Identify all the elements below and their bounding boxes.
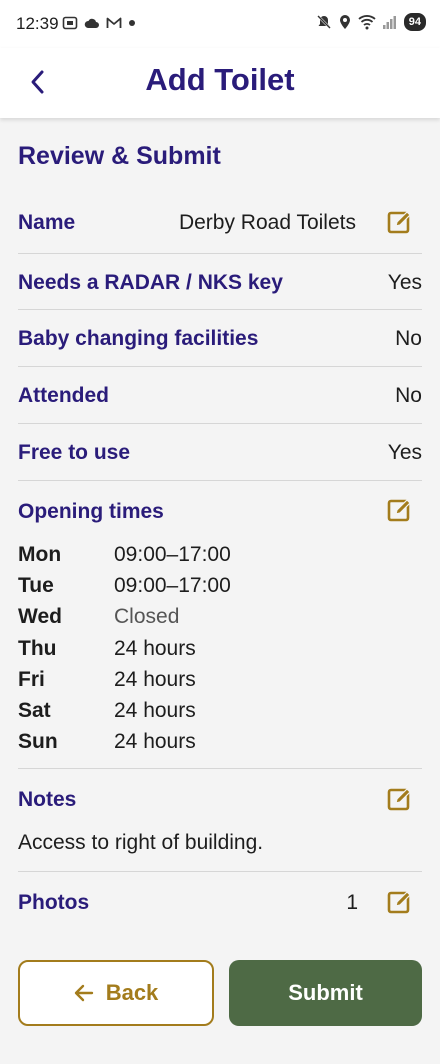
opening-times-label: Opening times — [18, 500, 164, 523]
name-value: Derby Road Toilets — [178, 211, 356, 234]
cloud-icon — [84, 18, 99, 28]
notes-section: Notes Access to right of building. — [18, 769, 422, 872]
screenshot-icon — [62, 16, 78, 30]
time-value: 24 hours — [114, 730, 196, 753]
battery-icon: 94 — [403, 13, 426, 31]
photos-label: Photos — [18, 891, 90, 914]
day-label: Thu — [18, 637, 57, 660]
status-bar: 12:39 94 — [0, 0, 440, 48]
hours-row-fri: Fri 24 hours — [18, 668, 318, 699]
gmail-icon — [106, 17, 122, 28]
notes-text: Access to right of building. — [18, 831, 264, 854]
baby-changing-label: Baby changing facilities — [18, 327, 259, 350]
app-header: Add Toilet — [0, 48, 440, 118]
edit-photos-icon[interactable] — [386, 888, 414, 916]
name-row: Name Derby Road Toilets — [18, 192, 422, 254]
page-title: Add Toilet — [145, 62, 295, 97]
day-label: Fri — [18, 668, 45, 691]
free-to-use-row: Free to use Yes — [18, 424, 422, 481]
name-label: Name — [18, 211, 76, 234]
edit-opening-times-icon[interactable] — [386, 496, 414, 524]
hours-row-wed: Wed Closed — [18, 605, 318, 636]
free-to-use-value: Yes — [387, 441, 422, 464]
hours-row-mon: Mon 09:00–17:00 — [18, 543, 318, 574]
day-label: Tue — [18, 574, 54, 597]
location-icon — [339, 15, 350, 29]
radar-row: Needs a RADAR / NKS key Yes — [18, 253, 422, 310]
baby-changing-row: Baby changing facilities No — [18, 310, 422, 367]
submit-button-label: Submit — [288, 980, 363, 1005]
hours-row-thu: Thu 24 hours — [18, 637, 318, 668]
dot-icon — [129, 20, 135, 26]
wifi-icon — [358, 15, 376, 30]
time-value: 24 hours — [114, 699, 196, 722]
hours-row-tue: Tue 09:00–17:00 — [18, 574, 318, 605]
free-to-use-label: Free to use — [18, 441, 131, 464]
mute-icon — [316, 15, 331, 29]
attended-value: No — [395, 384, 422, 407]
opening-times-section: Opening times Mon 09:00–17:00 Tue 09:00–… — [18, 480, 422, 769]
hours-row-sat: Sat 24 hours — [18, 699, 318, 730]
notes-label: Notes — [18, 788, 77, 811]
time-value: 24 hours — [114, 668, 196, 691]
photos-count: 1 — [346, 891, 358, 914]
signal-icon — [382, 16, 396, 29]
edit-name-icon[interactable] — [386, 208, 414, 236]
time-value: 09:00–17:00 — [114, 543, 231, 566]
day-label: Mon — [18, 543, 62, 566]
time-value: 09:00–17:00 — [114, 574, 231, 597]
time-value: 24 hours — [114, 637, 196, 660]
radar-value: Yes — [387, 271, 422, 294]
day-label: Wed — [18, 605, 62, 628]
hours-row-sun: Sun 24 hours — [18, 730, 318, 761]
back-button-label: Back — [105, 980, 159, 1005]
edit-notes-icon[interactable] — [386, 785, 414, 813]
time-value: Closed — [114, 605, 180, 628]
attended-row: Attended No — [18, 367, 422, 424]
photos-row: Photos 1 — [18, 872, 422, 932]
status-time: 12:39 — [16, 14, 59, 33]
section-title: Review & Submit — [18, 142, 221, 170]
back-button[interactable]: Back — [18, 960, 214, 1026]
radar-label: Needs a RADAR / NKS key — [18, 271, 283, 294]
submit-button[interactable]: Submit — [229, 960, 422, 1026]
day-label: Sat — [18, 699, 51, 722]
day-label: Sun — [18, 730, 58, 753]
arrow-left-icon — [74, 984, 93, 1002]
attended-label: Attended — [18, 384, 109, 407]
baby-changing-value: No — [395, 327, 422, 350]
